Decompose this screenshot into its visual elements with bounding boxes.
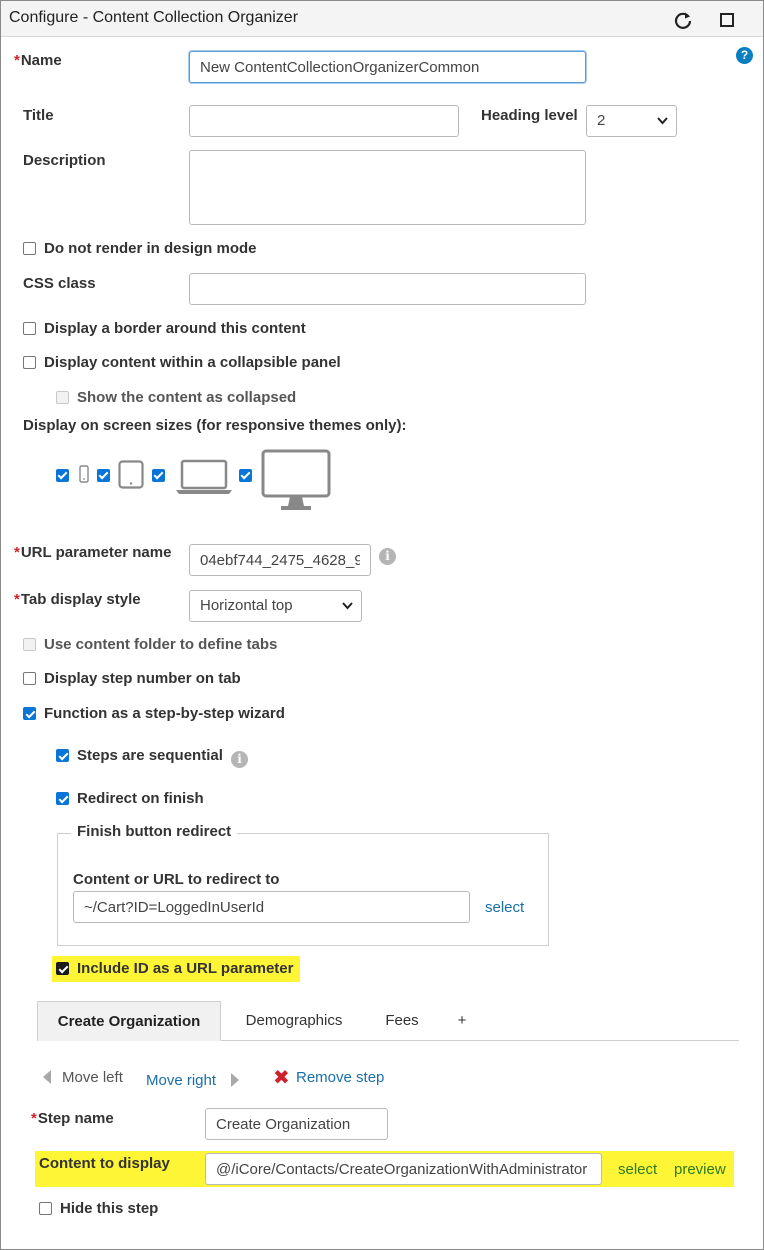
collapsible-panel-checkbox[interactable]: Display content within a collapsible pan… [23, 354, 341, 371]
laptop-size-checkbox[interactable] [152, 469, 165, 482]
add-tab-button[interactable]: + [447, 1001, 477, 1041]
tab-style-select[interactable]: Horizontal top [189, 590, 362, 622]
url-param-label: *URL parameter name [14, 544, 172, 561]
move-left-icon [43, 1070, 51, 1084]
use-content-folder-label: Use content folder to define tabs [44, 636, 278, 653]
name-input[interactable] [189, 51, 586, 83]
collapsible-panel-label: Display content within a collapsible pan… [44, 354, 341, 371]
info-icon[interactable]: i [379, 548, 396, 565]
checkbox-box[interactable] [23, 322, 36, 335]
include-id-checkbox[interactable]: Include ID as a URL parameter [56, 960, 293, 977]
content-display-label: Content to display [39, 1155, 170, 1172]
tab-create-organization[interactable]: Create Organization [37, 1001, 221, 1041]
heading-level-select[interactable]: 2 [586, 105, 677, 137]
chevron-down-icon [342, 602, 353, 610]
checkbox-box[interactable] [56, 749, 69, 762]
tab-style-value: Horizontal top [200, 597, 293, 614]
step-wizard-label: Function as a step-by-step wizard [44, 705, 285, 722]
tablet-size-checkbox[interactable] [97, 469, 110, 482]
redirect-url-input[interactable] [73, 891, 470, 923]
css-class-label: CSS class [23, 275, 96, 292]
move-right-link[interactable]: Move right [146, 1072, 216, 1089]
heading-level-label: Heading level [481, 107, 578, 124]
display-step-number-checkbox[interactable]: Display step number on tab [23, 670, 241, 687]
remove-step-link[interactable]: Remove step [296, 1069, 384, 1086]
hide-step-label: Hide this step [60, 1200, 159, 1217]
redirect-select-link[interactable]: select [485, 899, 524, 916]
checkbox-box [23, 638, 36, 651]
use-content-folder-checkbox: Use content folder to define tabs [23, 636, 277, 653]
tab-fees[interactable]: Fees [373, 1001, 431, 1041]
info-icon[interactable]: i [231, 751, 248, 768]
steps-sequential-checkbox[interactable]: Steps are sequential [56, 747, 223, 764]
finish-redirect-legend: Finish button redirect [71, 823, 238, 840]
show-collapsed-label: Show the content as collapsed [77, 389, 297, 406]
title-bar: Configure - Content Collection Organizer [1, 1, 763, 37]
description-textarea[interactable] [189, 150, 586, 225]
chevron-down-icon [657, 117, 668, 125]
tab-style-label: *Tab display style [14, 591, 141, 608]
step-name-label: *Step name [31, 1110, 114, 1127]
tablet-icon [118, 460, 144, 489]
do-not-render-label: Do not render in design mode [44, 240, 257, 257]
css-class-input[interactable] [189, 273, 586, 305]
title-input[interactable] [189, 105, 459, 137]
redirect-url-label: Content or URL to redirect to [73, 871, 280, 888]
checkbox-box[interactable] [23, 242, 36, 255]
url-param-input[interactable] [189, 544, 371, 576]
finish-redirect-fieldset [57, 833, 549, 946]
title-label: Title [23, 107, 54, 124]
laptop-icon [176, 459, 232, 494]
desktop-icon [261, 449, 331, 510]
checkbox-box[interactable] [56, 962, 69, 975]
configure-dialog: Configure - Content Collection Organizer… [0, 0, 764, 1250]
remove-step-icon[interactable]: ✖ [273, 1068, 290, 1088]
description-label: Description [23, 152, 106, 169]
checkbox-box[interactable] [23, 356, 36, 369]
include-id-label: Include ID as a URL parameter [77, 960, 294, 977]
move-left-link[interactable]: Move left [62, 1069, 123, 1086]
screen-sizes-label: Display on screen sizes (for responsive … [23, 417, 407, 434]
move-right-icon [231, 1073, 239, 1087]
content-select-link[interactable]: select [618, 1161, 657, 1178]
checkbox-box[interactable] [23, 672, 36, 685]
maximize-icon[interactable] [716, 9, 738, 31]
redirect-finish-label: Redirect on finish [77, 790, 204, 807]
checkbox-box[interactable] [39, 1202, 52, 1215]
checkbox-box[interactable] [23, 707, 36, 720]
show-collapsed-checkbox: Show the content as collapsed [56, 389, 296, 406]
help-icon[interactable]: ? [736, 47, 753, 64]
phone-size-checkbox[interactable] [56, 469, 69, 482]
do-not-render-checkbox[interactable]: Do not render in design mode [23, 240, 257, 257]
dialog-title: Configure - Content Collection Organizer [9, 9, 299, 26]
name-label: *Name [14, 52, 62, 69]
content-display-input[interactable] [205, 1153, 602, 1185]
phone-icon [79, 465, 89, 483]
display-border-checkbox[interactable]: Display a border around this content [23, 320, 306, 337]
content-preview-link[interactable]: preview [674, 1161, 726, 1178]
display-border-label: Display a border around this content [44, 320, 306, 337]
hide-step-checkbox[interactable]: Hide this step [39, 1200, 158, 1217]
step-wizard-checkbox[interactable]: Function as a step-by-step wizard [23, 705, 285, 722]
heading-level-value: 2 [597, 112, 606, 129]
tab-demographics[interactable]: Demographics [231, 1001, 357, 1041]
checkbox-box [56, 391, 69, 404]
step-name-input[interactable] [205, 1108, 388, 1140]
refresh-icon[interactable] [672, 9, 694, 31]
display-step-number-label: Display step number on tab [44, 670, 241, 687]
steps-sequential-label: Steps are sequential [77, 747, 223, 764]
redirect-finish-checkbox[interactable]: Redirect on finish [56, 790, 204, 807]
checkbox-box[interactable] [56, 792, 69, 805]
desktop-size-checkbox[interactable] [239, 469, 252, 482]
